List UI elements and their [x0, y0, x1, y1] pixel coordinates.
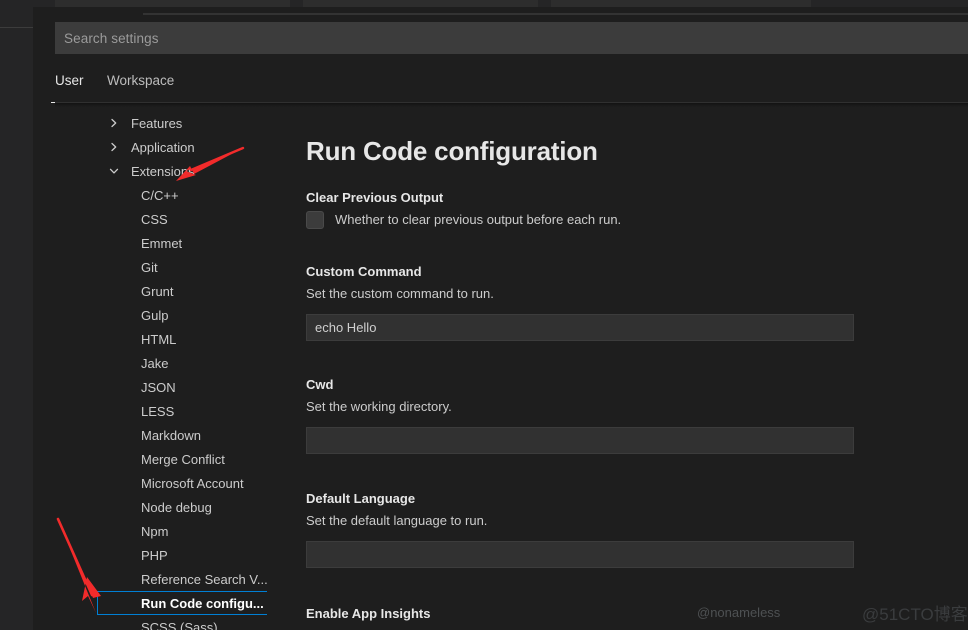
toc-item-php[interactable]: PHP	[55, 543, 267, 567]
toc-item-label: Run Code configu...	[141, 595, 264, 611]
toc-item-emmet[interactable]: Emmet	[55, 231, 267, 255]
editor-tab-3[interactable]	[551, 0, 811, 7]
toc-item-label: Extensions	[131, 163, 195, 179]
toc-item-label: Git	[141, 259, 158, 275]
settings-detail-pane: Run Code configuration Clear Previous Ou…	[273, 111, 968, 630]
toc-item-git[interactable]: Git	[55, 255, 267, 279]
chevron-right-icon[interactable]	[108, 141, 120, 153]
chevron-right-icon[interactable]	[108, 117, 120, 129]
editor-tab-2[interactable]	[303, 0, 538, 7]
default-language-input[interactable]	[306, 540, 854, 568]
toc-item-microsoft-account[interactable]: Microsoft Account	[55, 471, 267, 495]
toc-item-label: Application	[131, 139, 195, 155]
custom-command-input[interactable]: echo Hello	[306, 313, 854, 341]
search-settings-input[interactable]: Search settings	[55, 22, 968, 54]
setting-title: Default Language	[306, 491, 416, 506]
toc-item-grunt[interactable]: Grunt	[55, 279, 267, 303]
toc-item-label: Grunt	[141, 283, 174, 299]
toc-item-label: Jake	[141, 355, 169, 371]
setting-title: Cwd	[306, 377, 334, 392]
settings-toc-tree[interactable]: Features Application Extensions C/C++ CSS Emm…	[55, 111, 267, 630]
toc-item-label: Markdown	[141, 427, 201, 443]
editor-tab-underline	[143, 13, 968, 15]
chevron-down-icon[interactable]	[108, 165, 120, 177]
toc-item-label: JSON	[141, 379, 176, 395]
tab-user[interactable]: User	[51, 70, 93, 103]
toc-item-merge-conflict[interactable]: Merge Conflict	[55, 447, 267, 471]
cwd-input[interactable]	[306, 426, 854, 454]
clear-previous-output-checkbox[interactable]	[306, 211, 324, 229]
setting-clear-previous-output: Clear Previous Output Whether to clear p…	[306, 190, 886, 229]
activity-bar-strip	[0, 0, 33, 630]
toc-item-gulp[interactable]: Gulp	[55, 303, 267, 327]
watermark-author: @nonameless	[697, 605, 781, 620]
tab-workspace-label: Workspace	[107, 73, 175, 88]
toc-item-markdown[interactable]: Markdown	[55, 423, 267, 447]
toc-item-label: C/C++	[141, 187, 179, 203]
tab-user-label: User	[55, 73, 84, 88]
toc-item-html[interactable]: HTML	[55, 327, 267, 351]
setting-enable-app-insights: Enable App Insights	[306, 606, 886, 627]
toc-item-label: LESS	[141, 403, 175, 419]
setting-custom-command: Custom Command Set the custom command to…	[306, 264, 886, 341]
toc-item-node-debug[interactable]: Node debug	[55, 495, 267, 519]
activity-bar-divider	[0, 27, 33, 28]
toc-item-label: PHP	[141, 547, 168, 563]
toc-item-label: HTML	[141, 331, 177, 347]
setting-description: Whether to clear previous output before …	[335, 212, 622, 228]
toc-item-css[interactable]: CSS	[55, 207, 267, 231]
toc-item-label: Microsoft Account	[141, 475, 244, 491]
setting-description: Set the custom command to run.	[306, 286, 494, 301]
vscode-settings-window: Search settings User Workspace Features A…	[0, 0, 968, 630]
toc-item-label: Node debug	[141, 499, 212, 515]
editor-tab-1[interactable]	[55, 0, 290, 7]
toc-item-json[interactable]: JSON	[55, 375, 267, 399]
toc-item-label: Features	[131, 115, 183, 131]
setting-title: Custom Command	[306, 264, 422, 279]
toc-item-label: CSS	[141, 211, 168, 227]
setting-default-language: Default Language Set the default languag…	[306, 491, 886, 568]
toc-item-reference-search-v[interactable]: Reference Search V...	[55, 567, 267, 591]
setting-title: Clear Previous Output	[306, 190, 444, 205]
editor-area: Search settings User Workspace Features A…	[33, 0, 968, 630]
toc-item-label: Npm	[141, 523, 169, 539]
toc-item-label: Emmet	[141, 235, 183, 251]
toc-item-label: Reference Search V...	[141, 571, 267, 587]
toc-item-scss-sass[interactable]: SCSS (Sass)	[55, 615, 267, 630]
toc-item-label: SCSS (Sass)	[141, 619, 218, 630]
toc-item-extensions[interactable]: Extensions	[55, 159, 267, 183]
page-title: Run Code configuration	[306, 136, 598, 166]
custom-command-value: echo Hello	[315, 319, 377, 335]
toc-item-less[interactable]: LESS	[55, 399, 267, 423]
editor-tab-strip	[33, 0, 968, 7]
setting-description: Set the working directory.	[306, 399, 452, 414]
toc-item-c-c[interactable]: C/C++	[55, 183, 267, 207]
toc-item-label: Gulp	[141, 307, 169, 323]
toc-item-application[interactable]: Application	[55, 135, 267, 159]
tabs-shadow	[55, 103, 968, 107]
setting-title: Enable App Insights	[306, 606, 431, 621]
watermark-site: @51CTO博客	[862, 605, 968, 624]
toc-item-run-code-configu[interactable]: Run Code configu...	[55, 591, 267, 615]
toc-item-npm[interactable]: Npm	[55, 519, 267, 543]
setting-description: Set the default language to run.	[306, 513, 488, 528]
search-placeholder: Search settings	[64, 30, 159, 46]
toc-item-features[interactable]: Features	[55, 111, 267, 135]
tab-workspace[interactable]: Workspace	[107, 70, 174, 103]
toc-item-jake[interactable]: Jake	[55, 351, 267, 375]
toc-item-label: Merge Conflict	[141, 451, 225, 467]
settings-scope-tabs: User Workspace	[51, 70, 968, 103]
setting-cwd: Cwd Set the working directory.	[306, 377, 886, 454]
